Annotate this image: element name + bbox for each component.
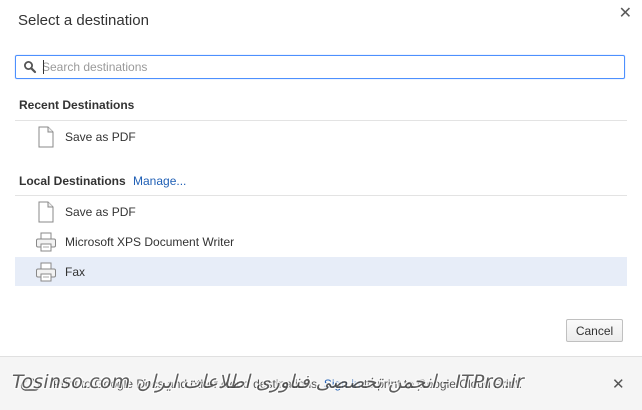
cloud-print-text-before: Print to Google Docs and other cloud des…: [53, 377, 321, 391]
printer-icon: [36, 232, 56, 252]
cloud-icon: [20, 377, 40, 391]
document-icon: [38, 201, 54, 223]
destination-label: Save as PDF: [65, 205, 136, 219]
cloud-print-promo: Print to Google Docs and other cloud des…: [0, 356, 642, 410]
recent-destination-save-as-pdf[interactable]: Save as PDF: [15, 122, 627, 151]
cloud-print-text: Print to Google Docs and other cloud des…: [53, 377, 522, 391]
search-icon: [24, 61, 37, 74]
section-divider: [15, 195, 627, 196]
local-destination-save-as-pdf[interactable]: Save as PDF: [15, 197, 627, 226]
manage-link[interactable]: Manage...: [133, 174, 186, 188]
recent-destinations-header: Recent Destinations: [19, 98, 135, 112]
printer-icon: [36, 262, 56, 282]
document-icon: [38, 126, 54, 148]
search-input[interactable]: [42, 57, 612, 77]
destination-label: Microsoft XPS Document Writer: [65, 235, 235, 249]
local-destination-fax[interactable]: Fax: [15, 257, 627, 286]
close-icon[interactable]: ✕: [612, 375, 625, 393]
dialog-title: Select a destination: [18, 12, 149, 29]
section-divider: [15, 120, 627, 121]
text-caret: [43, 60, 44, 74]
sign-in-link[interactable]: Sign in: [324, 377, 361, 391]
select-destination-dialog: Select a destination ✕ Recent Destinatio…: [0, 0, 642, 410]
search-box[interactable]: [15, 55, 625, 79]
cloud-print-text-after: to print to Google Cloud Print.: [363, 377, 522, 391]
local-destination-microsoft-xps[interactable]: Microsoft XPS Document Writer: [15, 227, 627, 256]
close-icon[interactable]: ✕: [619, 6, 632, 22]
cancel-button[interactable]: Cancel: [566, 319, 623, 342]
destination-label: Fax: [65, 265, 86, 279]
destination-label: Save as PDF: [65, 130, 136, 144]
local-destinations-header: Local Destinations: [19, 174, 126, 188]
